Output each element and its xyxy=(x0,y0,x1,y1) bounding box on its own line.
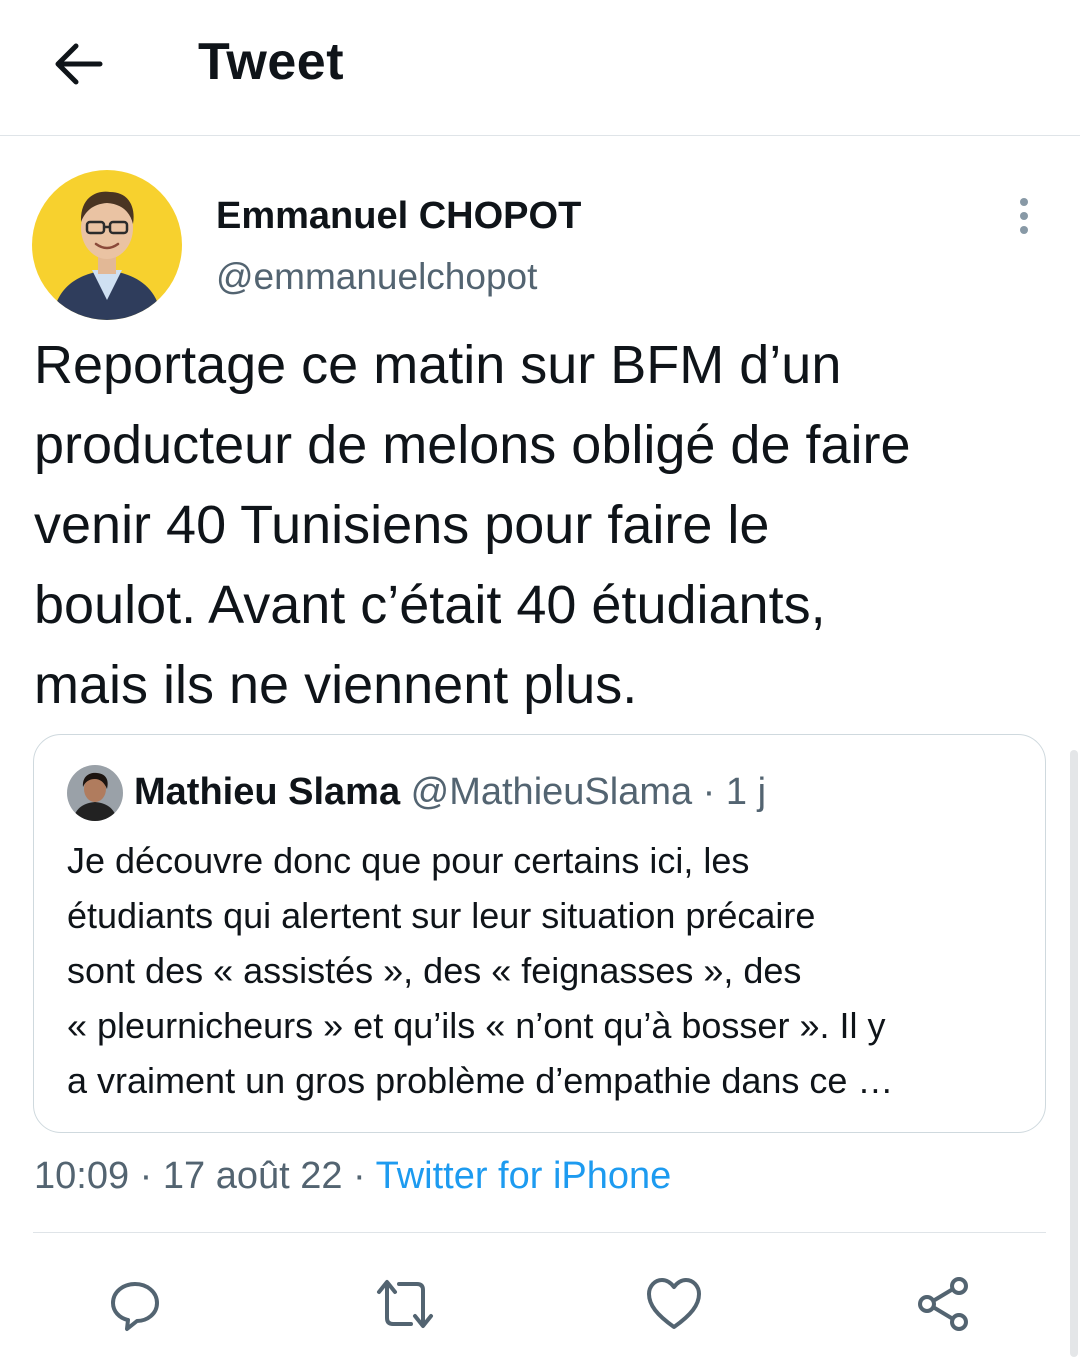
avatar-image xyxy=(32,170,182,320)
like-button[interactable] xyxy=(642,1272,706,1336)
tweet-time: 10:09 xyxy=(34,1155,130,1197)
back-button[interactable] xyxy=(40,28,116,100)
quote-header: Mathieu Slama @MathieuSlama · 1 j xyxy=(134,769,766,815)
author-name[interactable]: Emmanuel CHOPOT xyxy=(216,192,581,240)
tweet-timestamp: 10:09 · 17 août 22 · Twitter for iPhone xyxy=(34,1152,671,1200)
action-bar xyxy=(0,1262,1080,1342)
page-title: Tweet xyxy=(198,33,345,91)
arrow-left-icon xyxy=(55,43,103,85)
reply-button[interactable] xyxy=(103,1272,167,1336)
author-handle[interactable]: @emmanuelchopot xyxy=(216,254,537,300)
scrollbar[interactable] xyxy=(1070,750,1078,1357)
quote-text: Je découvre donc que pour certains ici, … xyxy=(67,840,894,1101)
quoted-tweet[interactable]: Mathieu Slama @MathieuSlama · 1 j Je déc… xyxy=(33,734,1046,1133)
timestamp-separator: · xyxy=(129,1155,163,1197)
tweet-date: 17 août 22 xyxy=(162,1155,343,1197)
top-bar: Tweet xyxy=(0,0,1080,136)
source-separator: · xyxy=(342,1155,376,1197)
more-vertical-icon xyxy=(1020,198,1028,234)
retweet-button[interactable] xyxy=(373,1272,437,1336)
quote-age: 1 j xyxy=(725,771,767,813)
share-button[interactable] xyxy=(912,1272,976,1336)
quote-author-handle: @MathieuSlama xyxy=(410,771,693,813)
tweet-text: Reportage ce matin sur BFM d’un producte… xyxy=(34,335,911,715)
tweet-source-link[interactable]: Twitter for iPhone xyxy=(376,1155,672,1197)
reply-icon xyxy=(111,1282,159,1331)
retweet-icon xyxy=(377,1280,433,1328)
author-avatar[interactable] xyxy=(32,170,182,320)
share-icon xyxy=(918,1277,968,1331)
actions-divider xyxy=(33,1232,1046,1233)
more-options-button[interactable] xyxy=(1004,192,1044,240)
like-icon xyxy=(647,1278,701,1329)
quote-author-avatar xyxy=(67,765,123,821)
quote-avatar-image xyxy=(67,765,123,821)
quote-separator: · xyxy=(692,771,726,813)
quote-author-name: Mathieu Slama xyxy=(134,771,401,813)
